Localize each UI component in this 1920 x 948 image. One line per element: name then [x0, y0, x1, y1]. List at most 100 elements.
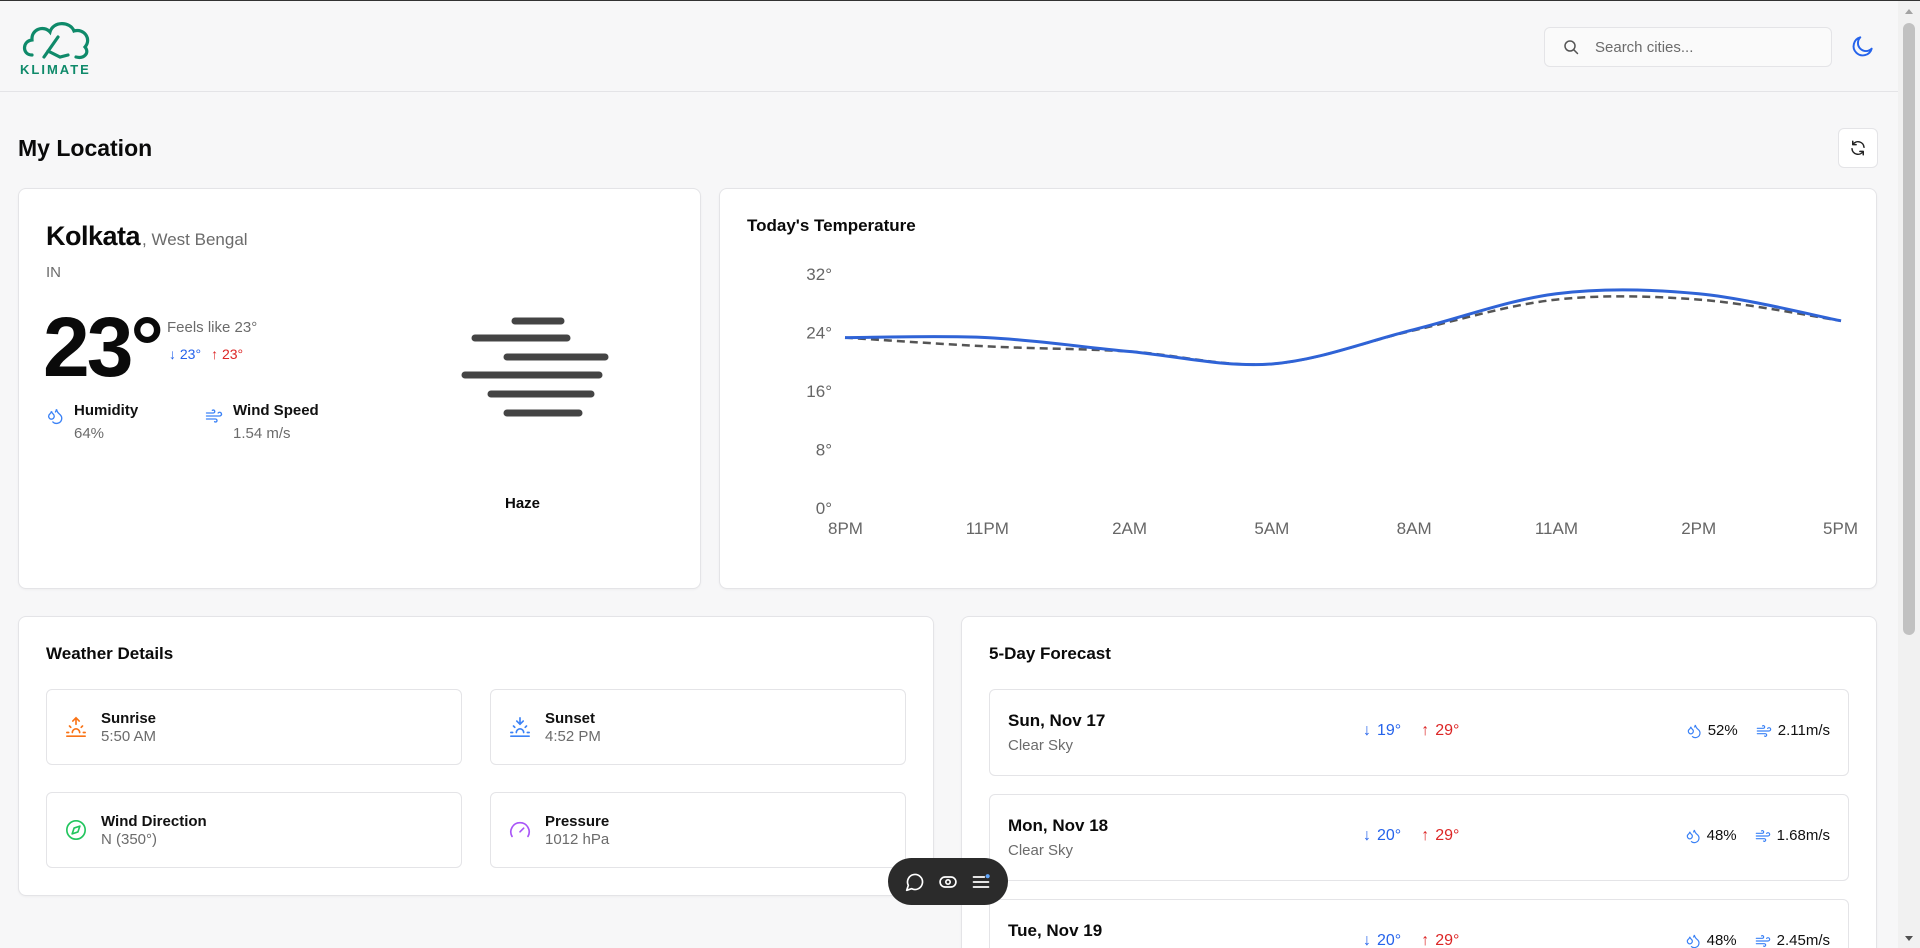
forecast-max: ↑ 29°: [1421, 827, 1460, 844]
wind-direction-label: Wind Direction: [101, 812, 207, 830]
forecast-humidity: 48%: [1685, 827, 1737, 844]
droplets-icon: [1687, 724, 1701, 738]
gauge-icon: [510, 821, 530, 838]
weather-details-card: Weather Details Sunrise 5:50 AM Sunset 4…: [18, 616, 934, 896]
sunset-label: Sunset: [545, 709, 596, 727]
pressure-tile: Pressure 1012 hPa: [490, 792, 906, 868]
sunset-value: 4:52 PM: [545, 727, 601, 745]
forecast-wind: 2.11m/s: [1756, 722, 1830, 739]
x-tick-label: 8PM: [828, 519, 863, 538]
droplets-icon: [1686, 934, 1700, 948]
forecast-min: ↓ 19°: [1363, 722, 1402, 739]
wind-icon: [1755, 829, 1770, 842]
forecast-day-row: Sun, Nov 17 Clear Sky ↓ 19° ↑ 29° 52% 2.11…: [989, 689, 1849, 776]
weather-condition: Haze: [505, 495, 541, 512]
forecast-date: Tue, Nov 19: [1008, 921, 1103, 940]
y-tick-label: 24°: [806, 324, 832, 343]
x-tick-label: 11PM: [966, 519, 1009, 538]
chat-icon[interactable]: [905, 872, 925, 892]
x-tick-label: 11AM: [1535, 519, 1578, 538]
forecast-meta: 48% 1.68m/s: [1685, 827, 1830, 844]
forecast-meta: 48% 2.45m/s: [1685, 932, 1830, 948]
max-temp: ↑ 23°: [211, 346, 244, 362]
location: Kolkata , West Bengal: [46, 221, 248, 252]
humidity-label: Humidity: [74, 402, 139, 419]
x-tick-label: 2AM: [1112, 519, 1147, 538]
forecast-humidity: 48%: [1685, 932, 1737, 948]
search-input[interactable]: [1595, 38, 1815, 56]
app-header: KLIMATE: [0, 1, 1898, 92]
city-search[interactable]: [1544, 27, 1832, 67]
humidity-value: 64%: [74, 425, 105, 442]
page-title: My Location: [18, 135, 153, 161]
logo-text: KLIMATE: [20, 62, 91, 77]
sunrise-icon: [66, 716, 86, 737]
eye-icon[interactable]: [938, 872, 958, 892]
current-temperature: 23°: [43, 300, 164, 394]
arrow-up-icon: ↑: [1421, 827, 1430, 844]
arrow-down-icon: ↓: [1363, 722, 1371, 739]
sunset-tile: Sunset 4:52 PM: [490, 689, 906, 765]
wind-direction-value: N (350°): [101, 830, 158, 848]
forecast-meta: 52% 2.11m/s: [1686, 722, 1830, 739]
forecast-day-row: Tue, Nov 19 ↓ 20° ↑ 29° 48% 2.45m/s: [989, 899, 1849, 948]
sunrise-label: Sunrise: [101, 709, 157, 727]
forecast-min: ↓ 20°: [1363, 827, 1402, 844]
temperature-series-line: [844, 288, 1842, 367]
wind-label: Wind Speed: [233, 402, 319, 419]
forecast-title: 5-Day Forecast: [989, 644, 1111, 663]
floating-toolbar: [888, 858, 1008, 905]
arrow-down-icon: ↓: [1363, 827, 1371, 844]
y-tick-label: 32°: [806, 265, 832, 284]
page-scrollbar[interactable]: [1898, 1, 1920, 948]
x-tick-label: 2PM: [1681, 519, 1716, 538]
min-max-temps: ↓ 23° ↑ 23°: [169, 346, 243, 362]
temperature-chart: 0° 8° 16° 24° 32° 8PM 11PM 2AM 5AM 8AM 11AM 2PM 5PM: [806, 265, 1858, 538]
feels-like-series-line: [844, 295, 1842, 366]
y-tick-label: 8°: [816, 441, 832, 460]
country-code: IN: [46, 264, 61, 281]
wind-stat: Wind Speed 1.54 m/s: [205, 402, 319, 442]
forecast-max: ↑ 29°: [1421, 932, 1460, 948]
forecast-temps: ↓ 19° ↑ 29°: [1363, 722, 1459, 740]
current-weather-card: Kolkata , West Bengal IN 23° Feels like …: [18, 188, 701, 589]
forecast-date: Sun, Nov 17: [1008, 711, 1106, 730]
menu-icon[interactable]: [971, 872, 991, 892]
temperature-chart-card: Today's Temperature 0° 8° 16° 24° 32° 8PM 11PM…: [719, 188, 1877, 589]
forecast-wind: 1.68m/s: [1755, 827, 1830, 844]
scroll-up-arrow-icon[interactable]: [1898, 1, 1920, 21]
arrow-down-icon: ↓: [1363, 932, 1371, 948]
forecast-date: Mon, Nov 18: [1008, 816, 1109, 835]
wind-value: 1.54 m/s: [233, 425, 291, 442]
wind-direction-tile: Wind Direction N (350°): [46, 792, 462, 868]
forecast-card: 5-Day Forecast Sun, Nov 17 Clear Sky ↓ 19…: [961, 616, 1877, 948]
arrow-up-icon: ↑: [1421, 722, 1430, 739]
pressure-value: 1012 hPa: [545, 830, 610, 848]
scrollbar-thumb[interactable]: [1903, 23, 1915, 635]
sunrise-value: 5:50 AM: [101, 727, 157, 745]
droplets-icon: [1686, 829, 1700, 843]
search-icon: [1564, 40, 1579, 55]
haze-icon: [461, 317, 609, 417]
wind-icon: [205, 409, 223, 423]
droplets-icon: [47, 409, 63, 425]
min-temp: ↓ 23°: [169, 346, 202, 362]
forecast-temps: ↓ 20° ↑ 29°: [1363, 932, 1459, 948]
compass-icon: [66, 820, 86, 840]
forecast-wind: 2.45m/s: [1755, 932, 1830, 948]
refresh-icon: [1851, 140, 1865, 156]
wind-icon: [1755, 934, 1770, 947]
scroll-down-arrow-icon[interactable]: [1898, 929, 1920, 948]
refresh-button[interactable]: [1838, 128, 1878, 168]
y-tick-label: 0°: [816, 499, 832, 518]
humidity-stat: Humidity 64%: [46, 402, 138, 442]
forecast-description: Clear Sky: [1008, 842, 1074, 859]
moon-icon[interactable]: [1850, 33, 1876, 59]
y-tick-label: 16°: [806, 382, 832, 401]
x-tick-label: 5AM: [1254, 519, 1289, 538]
sunset-icon: [510, 717, 530, 737]
forecast-day-row: Mon, Nov 18 Clear Sky ↓ 20° ↑ 29° 48% 1.68…: [989, 794, 1849, 881]
forecast-description: Clear Sky: [1008, 737, 1074, 754]
x-tick-label: 5PM: [1823, 519, 1858, 538]
city-name: Kolkata: [46, 221, 141, 251]
